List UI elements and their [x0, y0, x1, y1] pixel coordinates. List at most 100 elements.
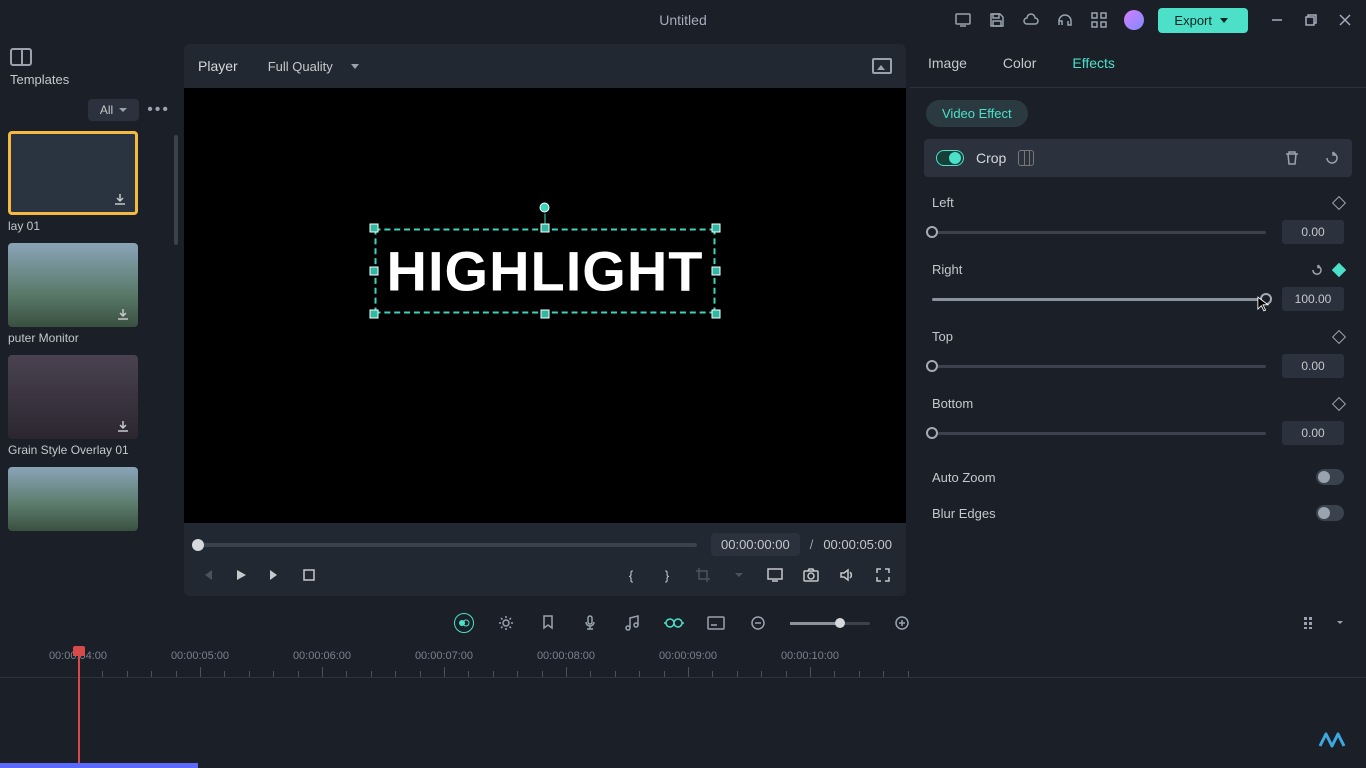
volume-icon[interactable] — [838, 566, 856, 584]
playhead[interactable] — [78, 646, 80, 768]
zoom-in-button[interactable] — [892, 613, 912, 633]
resize-handle[interactable] — [711, 223, 720, 232]
fullscreen-icon[interactable] — [874, 566, 892, 584]
slider-thumb[interactable] — [926, 360, 938, 372]
music-icon[interactable] — [622, 613, 642, 633]
minimize-button[interactable] — [1270, 13, 1284, 27]
mic-icon[interactable] — [580, 613, 600, 633]
effects-icon[interactable] — [664, 613, 684, 633]
prop-right: Right 100.00 — [910, 258, 1366, 325]
keyframe-button[interactable] — [1332, 396, 1346, 410]
bottom-slider[interactable] — [932, 432, 1266, 435]
auto-zoom-toggle[interactable] — [1316, 469, 1344, 485]
reset-icon[interactable] — [1310, 263, 1324, 277]
display-icon[interactable] — [766, 566, 784, 584]
quality-dropdown[interactable]: Full Quality — [268, 59, 359, 74]
download-icon[interactable] — [116, 419, 132, 435]
record-icon[interactable] — [454, 613, 474, 633]
video-effect-chip[interactable]: Video Effect — [926, 100, 1028, 127]
mark-out-button[interactable]: } — [658, 566, 676, 584]
chevron-down-icon[interactable] — [1330, 613, 1350, 633]
camera-icon[interactable] — [802, 566, 820, 584]
maximize-button[interactable] — [1304, 13, 1318, 27]
sun-icon[interactable] — [496, 613, 516, 633]
zoom-out-button[interactable] — [748, 613, 768, 633]
resize-handle[interactable] — [370, 223, 379, 232]
template-thumbnail[interactable] — [8, 467, 138, 531]
timeline-toolbar — [0, 600, 1366, 646]
left-slider[interactable] — [932, 231, 1266, 234]
apps-icon[interactable] — [1090, 11, 1108, 29]
snapshot-icon[interactable] — [872, 58, 892, 74]
top-slider[interactable] — [932, 365, 1266, 368]
progress-thumb[interactable] — [192, 539, 204, 551]
slider-thumb[interactable] — [926, 427, 938, 439]
cloud-icon[interactable] — [1022, 11, 1040, 29]
stop-button[interactable] — [300, 566, 318, 584]
download-icon[interactable] — [116, 307, 132, 323]
top-value[interactable]: 0.00 — [1282, 354, 1344, 378]
reset-icon[interactable] — [1324, 150, 1340, 166]
resize-handle[interactable] — [711, 267, 720, 276]
template-item[interactable] — [8, 467, 172, 531]
template-thumbnail[interactable] — [8, 243, 138, 327]
selected-text-element[interactable]: HIGHLIGHT — [375, 228, 716, 313]
resize-handle[interactable] — [370, 267, 379, 276]
titlebar: Untitled Export — [0, 0, 1366, 40]
resize-handle[interactable] — [541, 309, 550, 318]
timeline[interactable]: 00:00:04:0000:00:05:0000:00:06:0000:00:0… — [0, 646, 1366, 768]
keyframe-button[interactable] — [1332, 195, 1346, 209]
time-current[interactable]: 00:00:00:00 — [711, 533, 800, 556]
trash-icon[interactable] — [1284, 150, 1300, 166]
export-label: Export — [1174, 13, 1212, 28]
slider-thumb[interactable] — [926, 226, 938, 238]
resize-handle[interactable] — [541, 223, 550, 232]
canvas[interactable]: HIGHLIGHT — [184, 88, 906, 523]
keyframe-button[interactable] — [1332, 329, 1346, 343]
save-icon[interactable] — [988, 11, 1006, 29]
resize-handle[interactable] — [711, 309, 720, 318]
crop-toggle[interactable] — [936, 150, 964, 166]
rotate-handle[interactable] — [540, 202, 550, 212]
template-thumbnail[interactable] — [8, 131, 138, 215]
filter-more-button[interactable]: ••• — [147, 101, 170, 119]
resize-handle[interactable] — [370, 309, 379, 318]
avatar[interactable] — [1124, 10, 1144, 30]
template-thumbnail[interactable] — [8, 355, 138, 439]
next-frame-button[interactable] — [266, 566, 284, 584]
crop-grid-icon[interactable] — [1018, 150, 1034, 166]
screen-icon[interactable] — [954, 11, 972, 29]
left-value[interactable]: 0.00 — [1282, 220, 1344, 244]
chevron-down-icon[interactable] — [730, 566, 748, 584]
blur-edges-toggle[interactable] — [1316, 505, 1344, 521]
bottom-value[interactable]: 0.00 — [1282, 421, 1344, 445]
right-slider[interactable] — [932, 298, 1266, 301]
download-icon[interactable] — [113, 192, 129, 208]
scrollbar[interactable] — [174, 135, 178, 245]
zoom-slider[interactable] — [790, 622, 870, 625]
template-item[interactable]: puter Monitor — [8, 243, 172, 345]
templates-icon — [10, 48, 32, 66]
zoom-slider-thumb[interactable] — [835, 618, 845, 628]
mark-in-button[interactable]: { — [622, 566, 640, 584]
playback-progress[interactable] — [198, 543, 697, 547]
caption-icon[interactable] — [706, 613, 726, 633]
headphones-icon[interactable] — [1056, 11, 1074, 29]
export-button[interactable]: Export — [1158, 8, 1248, 33]
timeline-clip[interactable] — [0, 763, 198, 768]
filter-dropdown[interactable]: All — [88, 99, 139, 121]
close-button[interactable] — [1338, 13, 1352, 27]
tab-color[interactable]: Color — [1003, 55, 1036, 73]
keyframe-button[interactable] — [1332, 262, 1346, 276]
prev-frame-button[interactable] — [198, 566, 216, 584]
template-item[interactable]: Grain Style Overlay 01 — [8, 355, 172, 457]
right-value[interactable]: 100.00 — [1282, 287, 1344, 311]
track-view-icon[interactable] — [1300, 613, 1320, 633]
timeline-ruler[interactable]: 00:00:04:0000:00:05:0000:00:06:0000:00:0… — [0, 646, 1366, 678]
tab-image[interactable]: Image — [928, 55, 967, 73]
template-item[interactable]: lay 01 — [8, 131, 172, 233]
marker-icon[interactable] — [538, 613, 558, 633]
play-button[interactable] — [232, 566, 250, 584]
crop-tool-icon[interactable] — [694, 566, 712, 584]
tab-effects[interactable]: Effects — [1072, 55, 1115, 73]
